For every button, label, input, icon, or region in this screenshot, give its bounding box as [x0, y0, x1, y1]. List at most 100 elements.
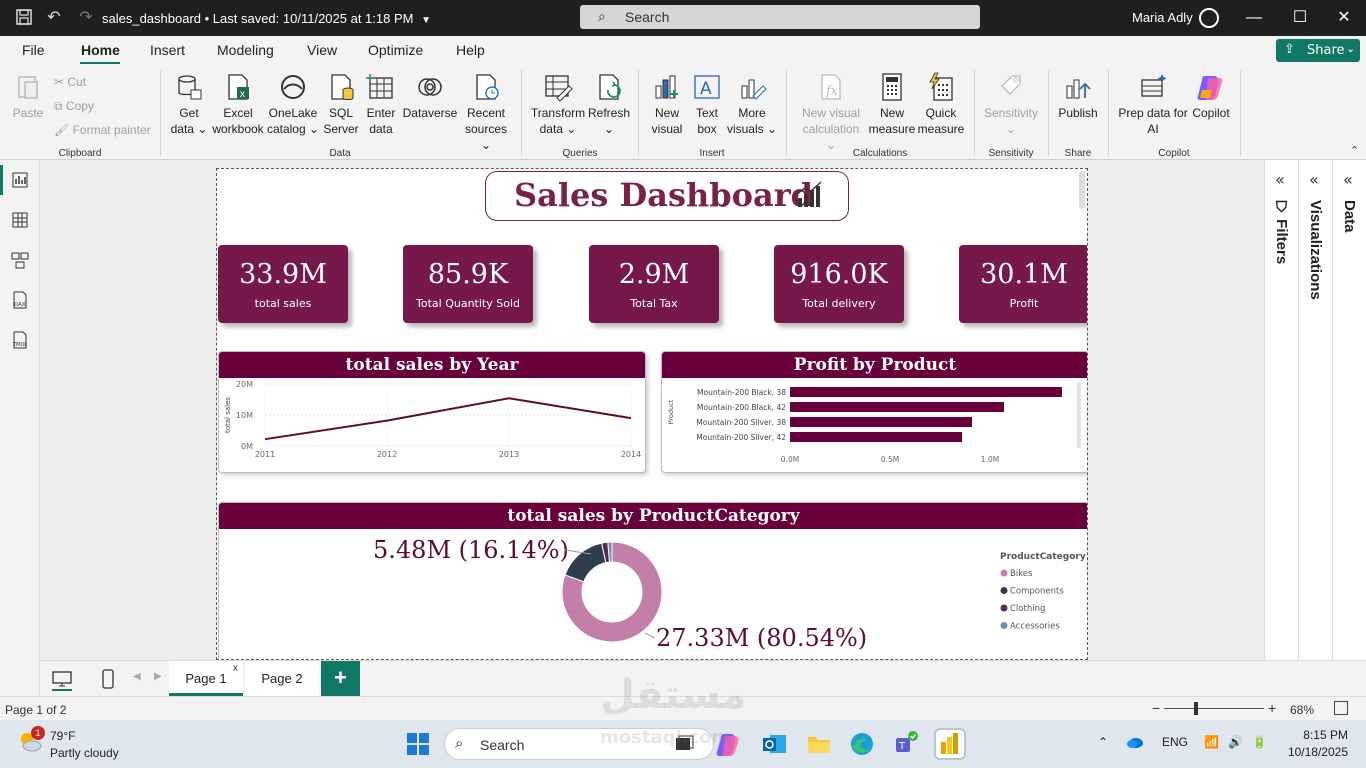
donut-chart-card[interactable]: total sales by ProductCategory 5.48M (16… — [218, 502, 1087, 659]
group-label-clipboard: Clipboard — [58, 148, 102, 159]
wifi-icon[interactable]: 📶 — [1204, 735, 1219, 749]
tmdl-view-icon[interactable]: TMDL — [10, 330, 30, 350]
weather-description[interactable]: Partly cloudy — [50, 746, 119, 760]
fit-to-page-icon[interactable] — [1334, 701, 1348, 715]
teams-icon[interactable]: T — [892, 730, 920, 758]
format-painter-button[interactable]: 🖌 Format painter — [54, 123, 151, 137]
outlook-icon[interactable] — [760, 730, 788, 758]
expand-filters-icon[interactable]: « — [1275, 170, 1285, 189]
save-icon[interactable] — [14, 8, 34, 28]
bar-chart-card[interactable]: Profit by Product Mountain-200 Black, 38… — [661, 351, 1087, 473]
recent-sources-button[interactable]: Recent sources ⌄ — [460, 72, 512, 153]
input-language[interactable]: ENG — [1162, 735, 1188, 749]
table-view-icon[interactable] — [10, 210, 30, 230]
data-pane[interactable]: « Data — [1332, 160, 1366, 660]
undo-icon[interactable]: ↶ — [44, 8, 64, 28]
next-page-icon[interactable]: ▶ — [154, 671, 162, 682]
zoom-slider[interactable] — [1164, 708, 1264, 709]
quick-measure-button[interactable]: Quick measure — [916, 72, 966, 137]
kpi-card-total-tax[interactable]: 2.9M Total Tax — [589, 245, 719, 323]
report-view-icon[interactable] — [0, 165, 30, 195]
close-tab-icon[interactable]: x — [233, 663, 238, 674]
publish-button[interactable]: Publish — [1056, 72, 1100, 121]
transform-data-icon — [543, 72, 573, 102]
volume-icon[interactable]: 🔊 — [1228, 735, 1243, 749]
onelake-icon — [278, 72, 308, 102]
menu-view[interactable]: View — [307, 42, 337, 58]
windows-start-icon[interactable] — [404, 730, 432, 758]
dashboard-title[interactable]: Sales Dashboard — [485, 171, 849, 221]
new-visual-calculation-button[interactable]: fx New visual calculation ⌄ — [798, 72, 864, 153]
maximize-icon[interactable]: ☐ — [1290, 8, 1310, 28]
get-data-button[interactable]: Get data ⌄ — [168, 72, 210, 137]
title-dropdown-icon[interactable]: ▼ — [421, 15, 431, 26]
menu-home[interactable]: Home — [81, 42, 120, 58]
transform-data-button[interactable]: Transform data ⌄ — [530, 72, 586, 137]
clock-time[interactable]: 8:15 PM — [1298, 728, 1348, 742]
enter-data-button[interactable]: Enter data — [362, 72, 400, 137]
filters-pane[interactable]: « ⛉ Filters — [1264, 160, 1298, 660]
show-hidden-icons[interactable]: ⌃ — [1098, 735, 1108, 749]
kpi-card-profit[interactable]: 30.1M Profit — [959, 245, 1087, 323]
task-view-icon[interactable] — [670, 730, 698, 758]
onelake-catalog-button[interactable]: OneLake catalog ⌄ — [266, 72, 320, 137]
expand-visualizations-icon[interactable]: « — [1309, 170, 1319, 189]
new-measure-button[interactable]: New measure — [866, 72, 918, 137]
dataverse-button[interactable]: Dataverse — [400, 72, 460, 121]
line-chart-card[interactable]: total sales by Year 0M 10M 20M 2011 2012 2013… — [218, 351, 646, 473]
quick-measure-icon — [926, 72, 956, 102]
zoom-in-icon[interactable]: + — [1268, 700, 1276, 716]
sensitivity-button[interactable]: Sensitivity ⌄ — [982, 72, 1040, 137]
close-icon[interactable]: ✕ — [1334, 8, 1354, 28]
model-view-icon[interactable] — [10, 250, 30, 270]
text-box-button[interactable]: A Text box — [688, 72, 726, 137]
search-box[interactable]: ⌕ Search — [580, 5, 980, 29]
copilot-button[interactable]: Copilot — [1188, 72, 1234, 121]
add-page-button[interactable]: + — [321, 661, 360, 696]
share-button[interactable]: ⇪ Share ⌄ — [1276, 39, 1360, 62]
kpi-card-total-quantity[interactable]: 85.9K Total Quantity Sold — [403, 245, 533, 323]
weather-temperature[interactable]: 79°F — [50, 729, 75, 743]
menu-insert[interactable]: Insert — [150, 42, 185, 58]
x-tick-label: 2013 — [499, 450, 519, 459]
collapse-ribbon-icon[interactable]: ⌃ — [1350, 144, 1359, 157]
tab-page-1[interactable]: Page 1 — [169, 661, 243, 696]
avatar[interactable] — [1199, 8, 1219, 28]
new-visual-button[interactable]: New visual — [646, 72, 688, 137]
excel-workbook-button[interactable]: x Excel workbook — [210, 72, 266, 137]
kpi-card-total-delivery[interactable]: 916.0K Total delivery — [774, 245, 904, 323]
prev-page-icon[interactable]: ◀ — [133, 671, 141, 682]
copy-button[interactable]: ⧉ Copy — [54, 99, 94, 114]
cut-button[interactable]: ✂ Cut — [54, 75, 86, 89]
minimize-icon[interactable]: — — [1244, 8, 1264, 28]
onedrive-icon[interactable] — [1126, 735, 1144, 752]
document-title[interactable]: sales_dashboard • Last saved: 10/11/2025… — [102, 11, 431, 26]
power-bi-taskbar-icon[interactable] — [936, 730, 964, 758]
mobile-layout-icon[interactable] — [96, 667, 120, 691]
visualizations-pane[interactable]: « Visualizations — [1298, 160, 1332, 660]
more-visuals-button[interactable]: More visuals ⌄ — [726, 72, 778, 137]
refresh-button[interactable]: Refresh ⌄ — [586, 72, 632, 137]
menu-help[interactable]: Help — [456, 42, 485, 58]
tab-page-2[interactable]: Page 2 — [245, 661, 319, 696]
zoom-out-icon[interactable]: − — [1152, 700, 1160, 716]
redo-icon[interactable]: ↷ — [76, 8, 96, 28]
clock-date[interactable]: 10/18/2025 — [1278, 745, 1348, 759]
user-name[interactable]: Maria Adly — [1132, 10, 1193, 25]
prep-data-for-ai-button[interactable]: Prep data for AI — [1116, 72, 1190, 137]
menu-optimize[interactable]: Optimize — [368, 42, 423, 58]
edge-icon[interactable] — [848, 730, 876, 758]
battery-icon[interactable]: 🔋 — [1252, 735, 1267, 749]
dax-query-view-icon[interactable]: DAX — [10, 290, 30, 310]
file-explorer-icon[interactable] — [805, 730, 833, 758]
paste-button[interactable]: Paste — [10, 72, 46, 121]
expand-data-icon[interactable]: « — [1343, 170, 1353, 189]
kpi-card-total-sales[interactable]: 33.9M total sales — [218, 245, 348, 323]
zoom-slider-handle[interactable] — [1194, 702, 1198, 715]
page-scrollbar[interactable] — [1079, 171, 1085, 209]
copilot-taskbar-icon[interactable] — [715, 730, 743, 758]
desktop-layout-icon[interactable] — [50, 667, 74, 691]
sql-server-button[interactable]: SQL Server — [320, 72, 362, 137]
menu-file[interactable]: File — [22, 42, 45, 58]
menu-modeling[interactable]: Modeling — [217, 42, 274, 58]
